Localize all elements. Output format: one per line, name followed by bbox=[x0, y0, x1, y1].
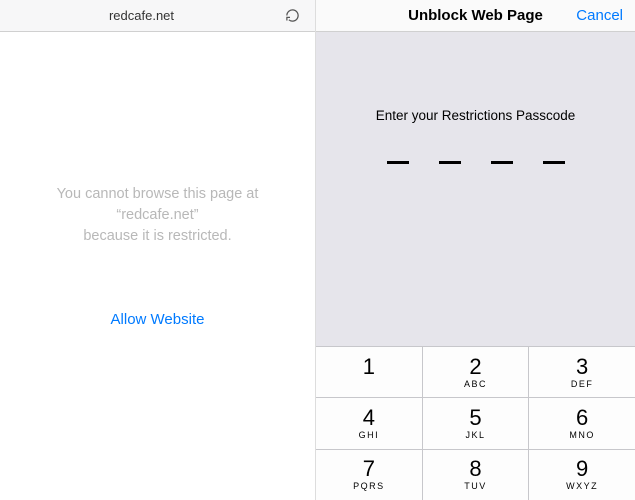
passcode-header: Unblock Web Page Cancel bbox=[316, 0, 635, 32]
keypad-key-6[interactable]: 6 MNO bbox=[529, 398, 635, 448]
key-digit: 5 bbox=[469, 407, 481, 429]
browser-pane: redcafe.net You cannot browse this page … bbox=[0, 0, 316, 500]
key-letters: WXYZ bbox=[566, 481, 598, 491]
key-letters: MNO bbox=[569, 430, 595, 440]
cancel-button[interactable]: Cancel bbox=[576, 7, 623, 24]
key-letters: GHI bbox=[359, 430, 380, 440]
key-letters: JKL bbox=[465, 430, 485, 440]
restricted-line-2: “redcafe.net” bbox=[57, 205, 259, 226]
key-letters: DEF bbox=[571, 379, 594, 389]
key-digit: 9 bbox=[576, 458, 588, 480]
key-letters: ABC bbox=[464, 379, 487, 389]
page-title: Unblock Web Page bbox=[408, 7, 543, 24]
passcode-pane: Unblock Web Page Cancel Enter your Restr… bbox=[316, 0, 635, 500]
numeric-keypad: 1 2 ABC 3 DEF 4 GHI 5 JKL 6 MNO 7 PQRS 8 bbox=[316, 346, 635, 500]
restricted-message: You cannot browse this page at “redcafe.… bbox=[57, 184, 259, 247]
keypad-key-1[interactable]: 1 bbox=[316, 347, 422, 397]
passcode-entry-area: Enter your Restrictions Passcode bbox=[316, 32, 635, 346]
key-digit: 4 bbox=[363, 407, 375, 429]
key-letters: PQRS bbox=[353, 481, 385, 491]
restricted-content: You cannot browse this page at “redcafe.… bbox=[0, 12, 315, 500]
passcode-dash-1 bbox=[387, 161, 409, 164]
key-digit: 6 bbox=[576, 407, 588, 429]
keypad-key-3[interactable]: 3 DEF bbox=[529, 347, 635, 397]
keypad-key-7[interactable]: 7 PQRS bbox=[316, 450, 422, 500]
key-digit: 3 bbox=[576, 356, 588, 378]
passcode-dash-3 bbox=[491, 161, 513, 164]
passcode-dash-2 bbox=[439, 161, 461, 164]
key-digit: 1 bbox=[363, 356, 375, 378]
allow-website-link[interactable]: Allow Website bbox=[111, 311, 205, 328]
key-digit: 8 bbox=[469, 458, 481, 480]
keypad-key-4[interactable]: 4 GHI bbox=[316, 398, 422, 448]
key-letters: TUV bbox=[464, 481, 487, 491]
restricted-line-3: because it is restricted. bbox=[57, 226, 259, 247]
restricted-line-1: You cannot browse this page at bbox=[57, 184, 259, 205]
key-digit: 2 bbox=[469, 356, 481, 378]
keypad-key-8[interactable]: 8 TUV bbox=[423, 450, 529, 500]
passcode-dash-4 bbox=[543, 161, 565, 164]
keypad-key-5[interactable]: 5 JKL bbox=[423, 398, 529, 448]
keypad-key-2[interactable]: 2 ABC bbox=[423, 347, 529, 397]
passcode-field[interactable] bbox=[387, 161, 565, 164]
keypad-key-9[interactable]: 9 WXYZ bbox=[529, 450, 635, 500]
passcode-prompt: Enter your Restrictions Passcode bbox=[376, 108, 576, 123]
key-digit: 7 bbox=[363, 458, 375, 480]
